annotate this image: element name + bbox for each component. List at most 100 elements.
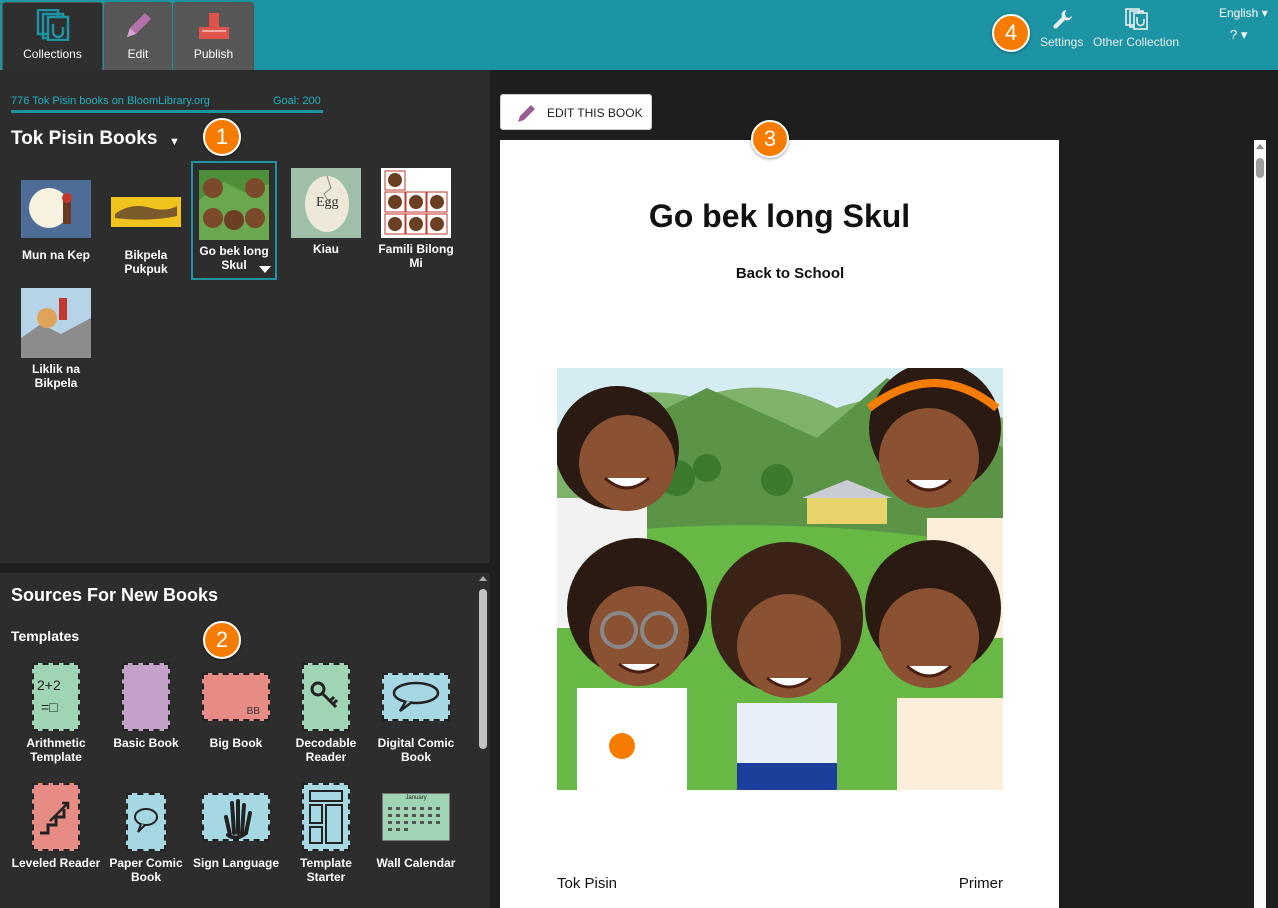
template-title: Arithmetic Template: [26, 736, 86, 764]
edit-this-book-button[interactable]: EDIT THIS BOOK: [500, 94, 652, 130]
template-title: Paper Comic Book: [109, 856, 183, 884]
speech-bubble-icon: [126, 793, 166, 851]
book-thumbnail: Egg: [291, 168, 361, 238]
blank-page-icon: [122, 663, 170, 731]
callout-4: 4: [992, 14, 1030, 52]
template-title: Leveled Reader: [11, 856, 101, 870]
help-menu[interactable]: ? ▾: [1230, 27, 1247, 43]
pencil-icon: [515, 101, 539, 130]
collection-menu-chevron[interactable]: ▼: [169, 136, 180, 148]
tab-collections[interactable]: Collections: [2, 2, 103, 70]
hand-icon: [202, 793, 270, 841]
other-collection-button[interactable]: Other Collection: [1093, 8, 1179, 49]
collection-panel: 776 Tok Pisin books on BloomLibrary.org …: [0, 70, 490, 563]
scroll-up-arrow-icon[interactable]: [479, 576, 487, 581]
callout-2: 2: [203, 621, 241, 659]
cover-illustration: [557, 368, 1003, 790]
template-wall-calendar[interactable]: January Wall Calendar: [371, 783, 461, 870]
book-thumbnail: [21, 288, 91, 358]
scrollbar-thumb[interactable]: [1256, 158, 1264, 178]
template-big-book[interactable]: BB Big Book: [191, 663, 281, 750]
book-cover-page: Go bek long Skul Back to School Tok Pisi…: [500, 140, 1059, 908]
keys-icon: [302, 663, 350, 731]
callout-1: 1: [203, 118, 241, 156]
template-paper-comic-book[interactable]: Paper Comic Book: [101, 783, 191, 884]
template-digital-comic-book[interactable]: Digital Comic Book: [371, 663, 461, 764]
templates-heading: Templates: [11, 628, 80, 644]
book-preview-panel: EDIT THIS BOOK Go bek long Skul Back to …: [490, 70, 1278, 908]
collection-goal: Goal: 200: [273, 95, 321, 107]
layout-icon: [302, 783, 350, 851]
pencil-icon: [121, 9, 155, 46]
arithmetic-text: 2+2: [37, 677, 61, 693]
book-title: Kiau: [312, 242, 339, 256]
book-thumbnail: [111, 174, 181, 244]
template-sign-language[interactable]: Sign Language: [191, 783, 281, 870]
template-starter[interactable]: Template Starter: [281, 783, 371, 884]
big-book-icon: BB: [202, 673, 270, 721]
book-mun-na-kep[interactable]: Mun na Kep: [13, 174, 99, 262]
template-arithmetic[interactable]: 2+2 =□ Arithmetic Template: [11, 663, 101, 764]
book-title: Liklik na Bikpela: [31, 362, 81, 390]
kiau-cover-text: Egg: [316, 195, 339, 210]
sources-scrollbar[interactable]: [477, 573, 489, 908]
calendar-month-text: January: [405, 795, 427, 801]
template-title: Template Starter: [300, 856, 352, 884]
calendar-icon: January: [382, 793, 450, 841]
top-bar: Collections Edit Publish Settings Other …: [0, 0, 1278, 70]
sources-title: Sources For New Books: [11, 585, 219, 605]
scrollbar-thumb[interactable]: [479, 589, 487, 749]
wrench-icon: [1051, 10, 1073, 33]
book-famili-bilong-mi[interactable]: Famili Bilong Mi: [373, 168, 459, 270]
template-title: Basic Book: [113, 736, 179, 750]
book-subtitle: Back to School: [735, 265, 845, 282]
template-title: Digital Comic Book: [377, 736, 455, 764]
template-basic-book[interactable]: Basic Book: [101, 663, 191, 750]
book-title: Famili Bilong Mi: [378, 242, 454, 270]
speech-bubble-icon: [382, 673, 450, 721]
template-title: Wall Calendar: [376, 856, 456, 870]
collections-icon: [36, 8, 70, 46]
big-book-text: BB: [246, 706, 260, 717]
book-language: Tok Pisin: [557, 875, 618, 892]
template-title: Sign Language: [192, 856, 279, 870]
arithmetic-icon: 2+2 =□: [32, 663, 80, 731]
edit-this-book-label: EDIT THIS BOOK: [547, 106, 643, 120]
arithmetic-text: =□: [41, 699, 58, 715]
template-title: Big Book: [209, 736, 263, 750]
language-menu[interactable]: English ▾: [1219, 6, 1268, 20]
goal-progress-bar: [11, 110, 323, 113]
tab-collections-label: Collections: [23, 47, 82, 61]
book-level: Primer: [958, 875, 1003, 892]
book-menu-caret-icon[interactable]: [259, 266, 271, 273]
book-thumbnail: [21, 174, 91, 244]
settings-label: Settings: [1040, 35, 1084, 49]
book-bikpela-pukpuk[interactable]: Bikpela Pukpuk: [103, 174, 189, 276]
stairs-icon: [32, 783, 80, 851]
callout-3: 3: [751, 120, 789, 158]
book-thumbnail: [381, 168, 451, 238]
preview-scrollbar[interactable]: [1254, 140, 1266, 908]
sources-panel: Sources For New Books Templates 2+2 =□ A…: [0, 573, 490, 908]
other-collection-label: Other Collection: [1093, 35, 1180, 49]
book-thumbnail: [199, 170, 269, 240]
bloom-library-stats-link[interactable]: 776 Tok Pisin books on BloomLibrary.org: [11, 95, 210, 107]
tab-edit[interactable]: Edit: [104, 2, 172, 70]
template-decodable-reader[interactable]: Decodable Reader: [281, 663, 371, 764]
tab-edit-label: Edit: [127, 47, 149, 61]
book-title: Mun na Kep: [22, 248, 90, 262]
settings-button[interactable]: Settings: [1040, 8, 1083, 49]
book-title: Bikpela Pukpuk: [124, 248, 168, 276]
template-leveled-reader[interactable]: Leveled Reader: [11, 783, 101, 870]
book-kiau[interactable]: Egg Kiau: [283, 168, 369, 256]
template-title: Decodable Reader: [295, 736, 357, 764]
tab-publish[interactable]: Publish: [173, 2, 254, 70]
panel-splitter[interactable]: [0, 563, 490, 573]
book-title: Go bek long Skul: [648, 198, 911, 234]
tab-publish-label: Publish: [193, 47, 234, 61]
book-liklik-na-bikpela[interactable]: Liklik na Bikpela: [13, 288, 99, 390]
book-go-bek-long-skul[interactable]: Go bek long Skul: [191, 161, 277, 280]
scroll-up-arrow-icon[interactable]: [1256, 144, 1264, 149]
publish-icon: [197, 9, 231, 46]
other-collection-icon: [1123, 8, 1149, 33]
